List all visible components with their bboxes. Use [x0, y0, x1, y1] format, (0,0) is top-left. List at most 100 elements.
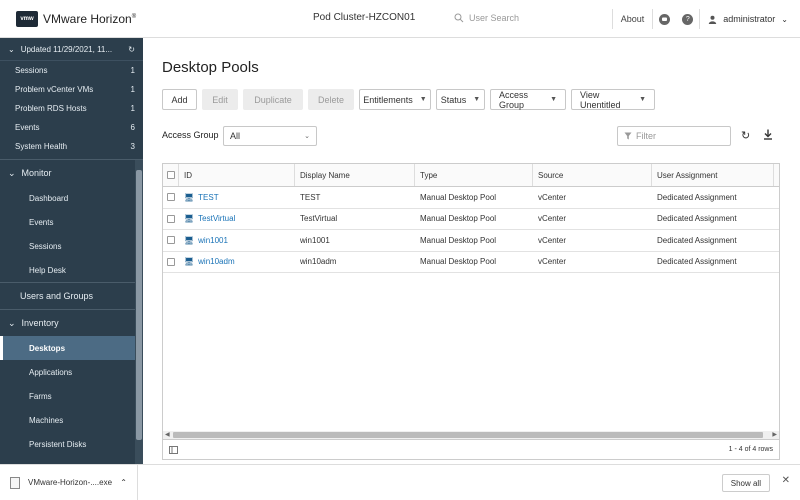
filter-placeholder: Filter	[636, 131, 656, 141]
alert-count: 1	[130, 85, 135, 94]
row-checkbox[interactable]	[167, 193, 175, 202]
updated-status[interactable]: ⌄ Updated 11/29/2021, 11... ↻	[0, 38, 143, 61]
row-select-cell	[163, 187, 179, 208]
display-name-cell: TEST	[300, 192, 321, 202]
section-monitor[interactable]: ⌄ Monitor	[0, 160, 143, 186]
column-header-id[interactable]: ID	[179, 164, 295, 186]
about-link[interactable]: About	[613, 14, 653, 24]
access-group-label: Access Group	[162, 130, 219, 140]
user-search[interactable]: User Search	[454, 13, 519, 23]
sidebar-item-users-and-groups[interactable]: Users and Groups	[0, 283, 143, 309]
column-header-display-name[interactable]: Display Name	[295, 164, 415, 186]
sidebar-item-applications[interactable]: Applications	[0, 360, 143, 384]
refresh-icon[interactable]: ↻	[741, 129, 750, 142]
section-inventory[interactable]: ⌄ Inventory	[0, 310, 143, 336]
column-header-type[interactable]: Type	[415, 164, 533, 186]
table-row[interactable]: 🖥 TEST TEST Manual Desktop Pool vCenter D…	[163, 187, 779, 209]
sidebar-item-persistent-disks[interactable]: Persistent Disks	[0, 432, 143, 456]
column-toggle-icon[interactable]	[169, 445, 178, 454]
chevron-down-icon: ▼	[473, 96, 481, 103]
delete-button[interactable]: Delete	[308, 89, 354, 110]
alert-system-health[interactable]: System Health 3	[0, 137, 143, 156]
access-group-select[interactable]: All ⌄	[223, 126, 317, 146]
sidebar-item-sessions[interactable]: Sessions	[0, 234, 143, 258]
user-assignment-cell: Dedicated Assignment	[657, 192, 737, 202]
download-item[interactable]: VMware-Horizon-....exe ⌃	[0, 464, 138, 500]
section-label: Monitor	[21, 168, 52, 178]
id-cell: 🖥 win1001	[179, 230, 295, 251]
sidebar-item-dashboard[interactable]: Dashboard	[0, 186, 143, 210]
type-cell: Manual Desktop Pool	[420, 235, 497, 245]
alert-label: Events	[15, 123, 40, 132]
entitlements-dropdown[interactable]: Entitlements ▼	[359, 89, 431, 110]
sidebar-item-machines[interactable]: Machines	[0, 408, 143, 432]
pool-id-link[interactable]: TestVirtual	[198, 214, 235, 223]
type-cell: Manual Desktop Pool	[420, 257, 497, 267]
select-all-checkbox[interactable]	[166, 171, 175, 179]
app-window: vmw VMware Horizon® Pod Cluster-HZCON01 …	[0, 0, 800, 500]
id-cell: 🖥 TEST	[179, 187, 295, 208]
table-horizontal-scrollbar[interactable]: ◀ ▶	[163, 431, 779, 439]
toolbar: Add Edit Duplicate Delete Entitlements ▼ …	[162, 89, 655, 110]
pod-name: Pod Cluster-HZCON01	[313, 12, 416, 23]
sidebar-scrollbar[interactable]	[135, 160, 143, 464]
add-button[interactable]: Add	[162, 89, 197, 110]
source-cell: vCenter	[538, 257, 567, 267]
chevron-up-icon[interactable]: ⌃	[120, 478, 127, 487]
table-row[interactable]: 🖥 TestVirtual TestVirtual Manual Desktop …	[163, 209, 779, 230]
user-name: administrator	[723, 14, 776, 24]
sidebar-scrollbar-thumb[interactable]	[136, 170, 142, 440]
alert-sessions[interactable]: Sessions 1	[0, 61, 143, 80]
sidebar-item-help-desk[interactable]: Help Desk	[0, 258, 143, 282]
column-header-source[interactable]: Source	[533, 164, 652, 186]
row-checkbox[interactable]	[167, 236, 175, 245]
sidebar-item-farms[interactable]: Farms	[0, 384, 143, 408]
app-title: VMware Horizon®	[43, 12, 136, 26]
pool-id-link[interactable]: win10adm	[198, 257, 234, 266]
alert-problem-rds-hosts[interactable]: Problem RDS Hosts 1	[0, 99, 143, 118]
chevron-down-icon: ⌄	[304, 133, 310, 140]
vmware-logo: vmw	[16, 10, 38, 27]
access-group-dropdown[interactable]: Access Group ▼	[490, 89, 566, 110]
download-bar: VMware-Horizon-....exe ⌃ Show all ✕	[0, 464, 800, 500]
chevron-down-icon: ▼	[550, 96, 557, 103]
table-row[interactable]: 🖥 win1001 win1001 Manual Desktop Pool vCe…	[163, 230, 779, 252]
sidebar-item-events[interactable]: Events	[0, 210, 143, 234]
chevron-down-icon: ⌄	[8, 44, 15, 54]
row-checkbox[interactable]	[167, 214, 175, 223]
row-select-cell	[163, 209, 179, 230]
download-icon[interactable]	[763, 129, 773, 143]
row-select-cell	[163, 252, 179, 273]
scroll-right-icon[interactable]: ▶	[772, 431, 777, 438]
row-checkbox[interactable]	[167, 257, 175, 266]
chevron-down-icon: ▼	[419, 96, 427, 103]
alert-events[interactable]: Events 6	[0, 118, 143, 137]
edit-button[interactable]: Edit	[202, 89, 238, 110]
pool-id-link[interactable]: TEST	[198, 193, 218, 202]
divider	[652, 9, 654, 29]
chevron-down-icon: ▼	[639, 96, 646, 103]
source-cell: vCenter	[538, 235, 567, 245]
help-icon[interactable]: ?	[682, 13, 694, 25]
pool-id-link[interactable]: win1001	[198, 236, 228, 245]
alert-count: 1	[130, 66, 135, 75]
duplicate-button[interactable]: Duplicate	[243, 89, 303, 110]
display-name-cell: TestVirtual	[300, 214, 338, 224]
table-scrollbar-thumb[interactable]	[173, 432, 763, 438]
refresh-icon[interactable]: ↻	[128, 45, 135, 54]
user-menu[interactable]: administrator ⌄	[700, 14, 800, 24]
close-icon[interactable]: ✕	[782, 475, 790, 486]
filter-input[interactable]: Filter	[617, 126, 731, 146]
scroll-left-icon[interactable]: ◀	[165, 431, 170, 438]
show-all-button[interactable]: Show all	[721, 474, 770, 492]
alert-label: Problem vCenter VMs	[15, 85, 94, 94]
alert-label: Problem RDS Hosts	[15, 104, 87, 113]
status-dropdown[interactable]: Status ▼	[436, 89, 485, 110]
chat-icon[interactable]	[659, 13, 671, 25]
alert-problem-vcenter-vms[interactable]: Problem vCenter VMs 1	[0, 80, 143, 99]
table-row[interactable]: 🖥 win10adm win10adm Manual Desktop Pool v…	[163, 252, 779, 273]
column-header-user-assignment[interactable]: User Assignment	[652, 164, 774, 186]
sidebar-item-desktops[interactable]: Desktops	[0, 336, 143, 360]
view-unentitled-dropdown[interactable]: View Unentitled ▼	[571, 89, 655, 110]
dropdown-label: Status	[440, 94, 467, 105]
